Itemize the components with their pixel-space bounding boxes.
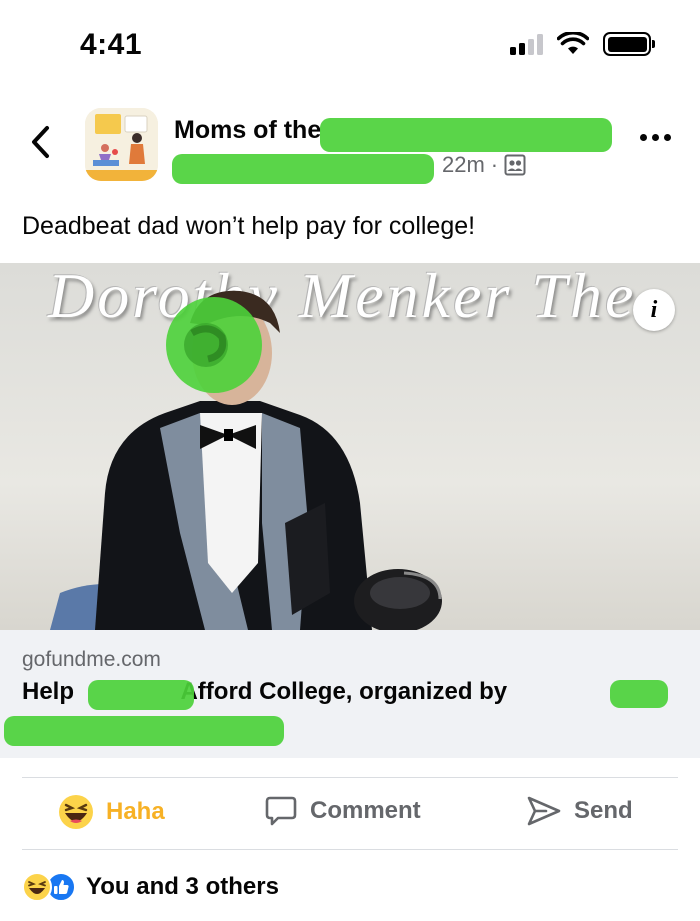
group-name[interactable]: Moms of the xyxy=(174,116,321,145)
status-bar: 4:41 xyxy=(0,0,700,92)
haha-label: Haha xyxy=(106,798,165,825)
redaction-mark xyxy=(610,680,668,708)
post-header: Moms of the 22m · xyxy=(0,104,700,192)
send-button[interactable]: Send xyxy=(526,794,633,828)
back-button[interactable] xyxy=(26,122,56,162)
post-image[interactable]: Dorothy Menker The xyxy=(0,263,700,630)
redaction-mark xyxy=(88,680,194,710)
more-options-button[interactable] xyxy=(640,134,671,141)
link-title-start: Help xyxy=(22,678,75,705)
haha-button[interactable]: Haha xyxy=(58,794,165,830)
divider xyxy=(22,777,678,778)
comment-label: Comment xyxy=(310,797,421,824)
reactions-summary[interactable]: You and 3 others xyxy=(22,872,279,902)
chevron-left-icon xyxy=(32,126,49,158)
reaction-count: You and 3 others xyxy=(86,873,279,900)
divider xyxy=(22,849,678,850)
redaction-mark xyxy=(320,118,612,152)
battery-icon xyxy=(603,32,655,56)
post-timestamp[interactable]: 22m xyxy=(442,152,485,178)
comment-button[interactable]: Comment xyxy=(264,794,421,828)
send-icon xyxy=(527,796,561,826)
link-preview[interactable]: gofundme.com Help Afford College, organi… xyxy=(0,630,700,758)
comment-icon xyxy=(265,796,297,826)
group-avatar[interactable] xyxy=(85,108,158,181)
wifi-icon xyxy=(557,32,589,54)
group-illustration-icon xyxy=(85,108,158,181)
meta-separator: · xyxy=(490,152,499,177)
cellular-signal-icon xyxy=(510,33,543,55)
link-domain: gofundme.com xyxy=(22,648,161,671)
group-members-icon xyxy=(504,154,526,176)
status-time: 4:41 xyxy=(80,28,143,61)
info-button[interactable]: i xyxy=(633,289,675,331)
send-label: Send xyxy=(574,797,633,824)
post-text: Deadbeat dad won’t help pay for college! xyxy=(22,212,476,240)
more-dot-icon xyxy=(664,134,671,141)
status-icons xyxy=(510,32,655,56)
link-title-end: Afford College, organized by xyxy=(180,678,508,705)
person-photo xyxy=(50,290,442,630)
action-bar: Haha Comment Send xyxy=(0,780,700,848)
post-meta: 22m · xyxy=(442,152,526,178)
more-dot-icon xyxy=(640,134,647,141)
haha-emoji-icon xyxy=(59,795,93,829)
redaction-mark xyxy=(4,716,284,746)
more-dot-icon xyxy=(652,134,659,141)
redaction-mark xyxy=(172,154,434,184)
haha-reaction-icon xyxy=(22,872,52,902)
